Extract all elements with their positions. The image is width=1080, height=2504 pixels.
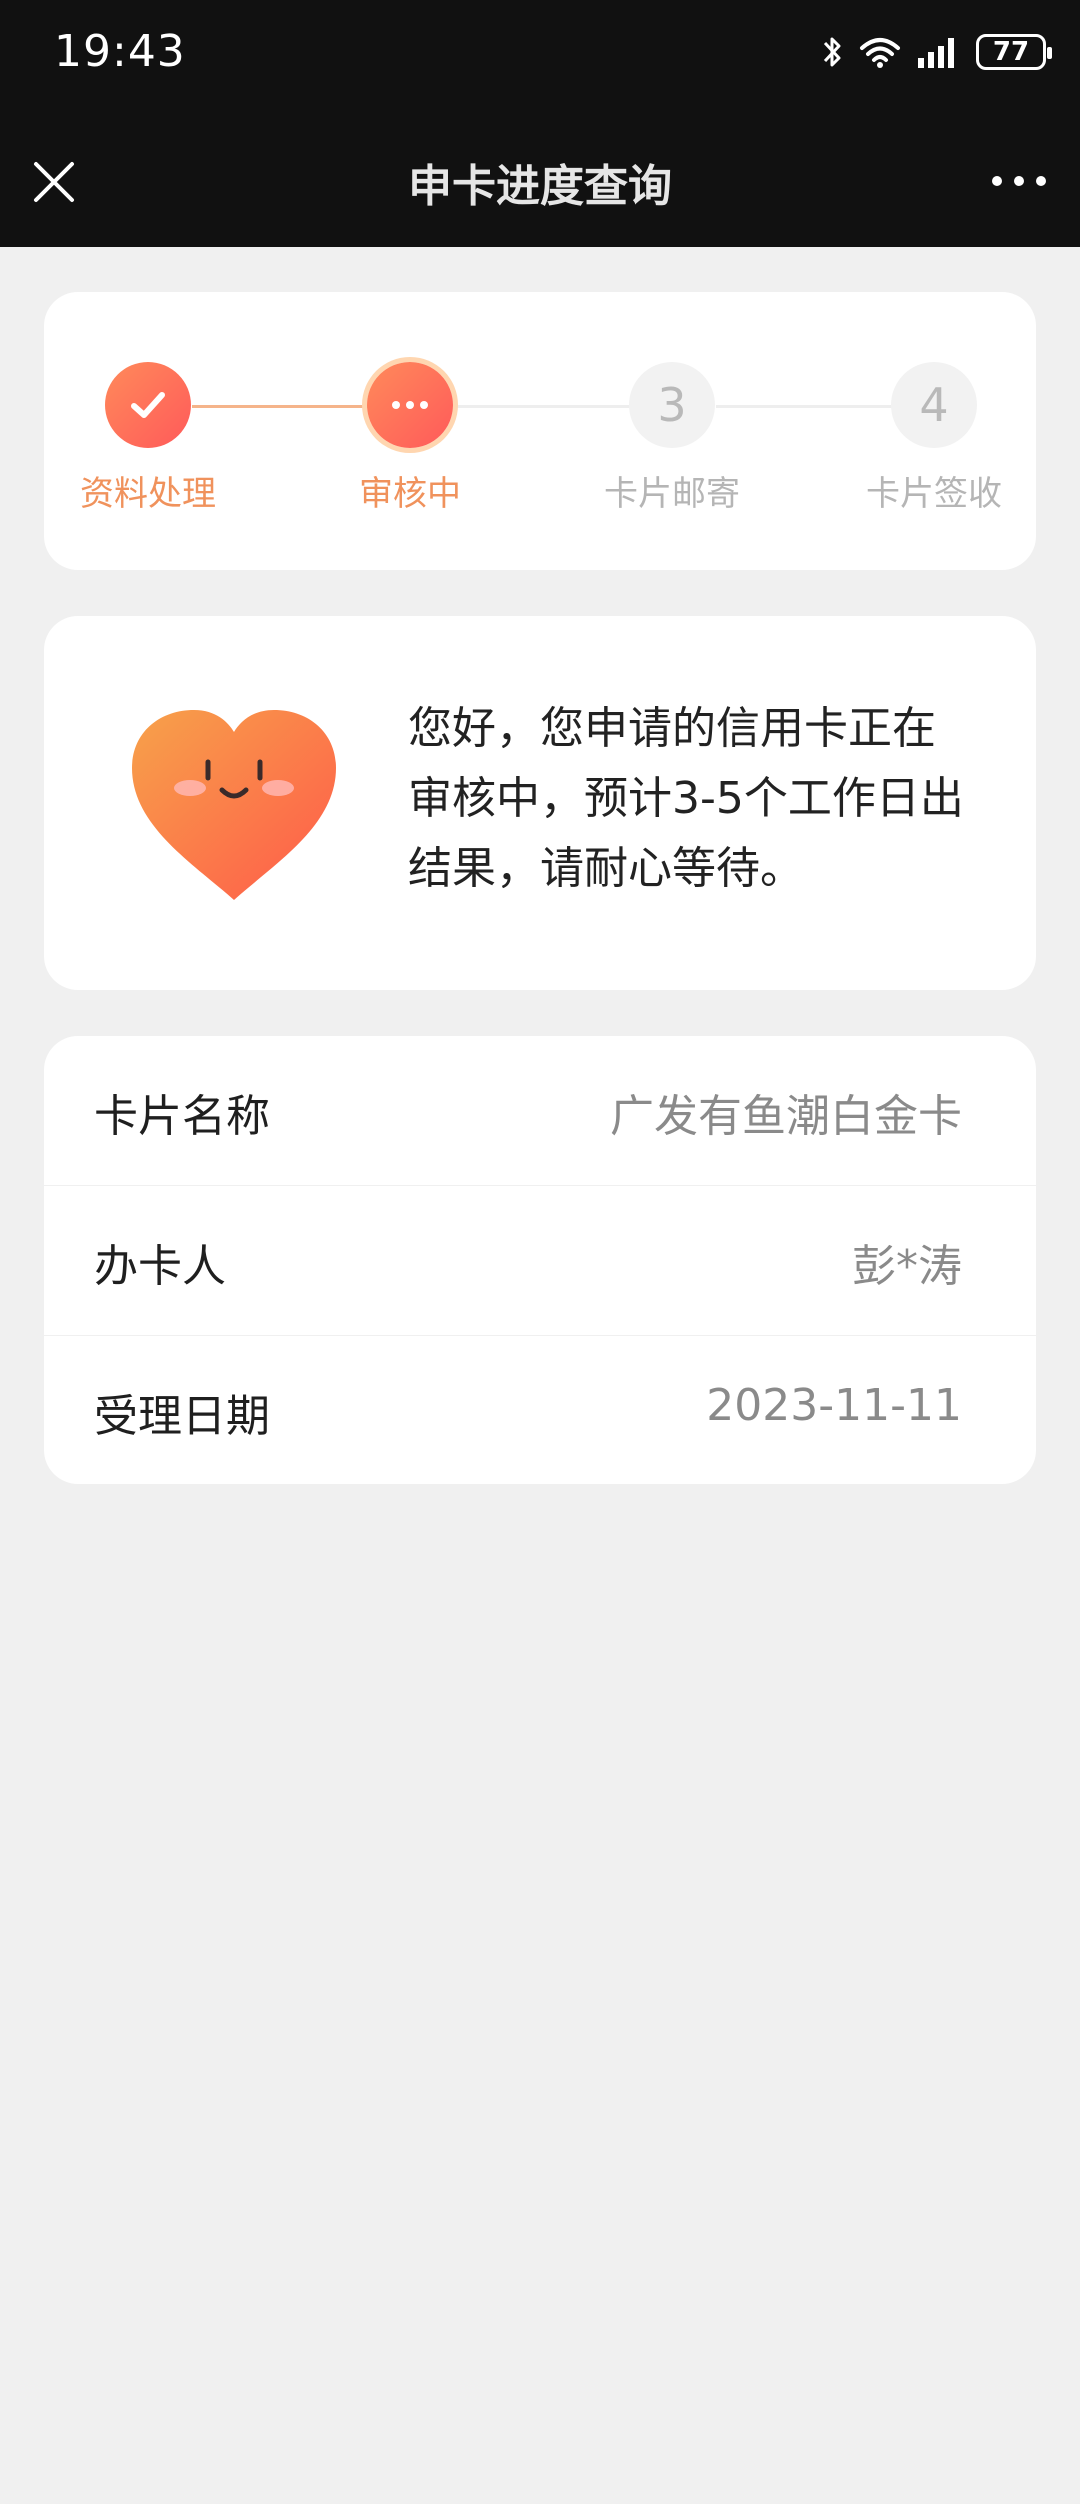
wifi-icon: [860, 38, 900, 68]
status-icons: 77: [822, 30, 1052, 74]
step-label: 卡片邮寄: [604, 474, 740, 514]
info-label: 办卡人: [94, 1241, 226, 1292]
info-value: 2023-11-11: [706, 1380, 962, 1431]
signal-icon: [918, 38, 954, 68]
step-4: 4 卡片签收: [844, 362, 1024, 515]
step-number: 3: [629, 362, 715, 448]
top-bar: 19:43 77 申卡进度查询: [0, 0, 1080, 247]
info-value: 彭*涛: [852, 1241, 962, 1292]
page-title: 申卡进度查询: [408, 161, 672, 212]
step-label: 卡片签收: [866, 474, 1002, 514]
battery-icon: 77: [976, 34, 1052, 70]
status-message-card: 您好，您申请的信用卡正在审核中，预计3-5个工作日出结果，请耐心等待。: [44, 616, 1036, 990]
bluetooth-icon: [823, 37, 841, 67]
battery-level: 77: [992, 37, 1030, 67]
info-label: 受理日期: [94, 1391, 270, 1442]
more-icon[interactable]: [992, 168, 1046, 194]
status-message: 您好，您申请的信用卡正在审核中，预计3-5个工作日出结果，请耐心等待。: [408, 703, 964, 894]
info-value: 广发有鱼潮白金卡: [610, 1091, 962, 1142]
info-row-date: 受理日期 2023-11-11: [44, 1336, 1036, 1485]
step-label: 审核中: [359, 474, 461, 514]
smiling-heart-icon: [132, 710, 336, 900]
check-icon: [105, 362, 191, 448]
info-row-card-name: 卡片名称 广发有鱼潮白金卡: [44, 1036, 1036, 1186]
step-3: 3 卡片邮寄: [582, 362, 762, 515]
application-info-card: 卡片名称 广发有鱼潮白金卡 办卡人 彭*涛 受理日期 2023-11-11: [44, 1036, 1036, 1484]
info-row-applicant: 办卡人 彭*涛: [44, 1186, 1036, 1336]
step-number: 4: [891, 362, 977, 448]
step-label: 资料处理: [80, 474, 216, 514]
info-label: 卡片名称: [94, 1091, 270, 1142]
step-1: 资料处理: [58, 362, 238, 515]
step-2: 审核中: [320, 362, 500, 515]
in-progress-icon: [367, 362, 453, 448]
status-time: 19:43: [54, 26, 186, 77]
progress-steps-card: 资料处理 审核中 3 卡片邮寄 4 卡片签收: [44, 292, 1036, 570]
